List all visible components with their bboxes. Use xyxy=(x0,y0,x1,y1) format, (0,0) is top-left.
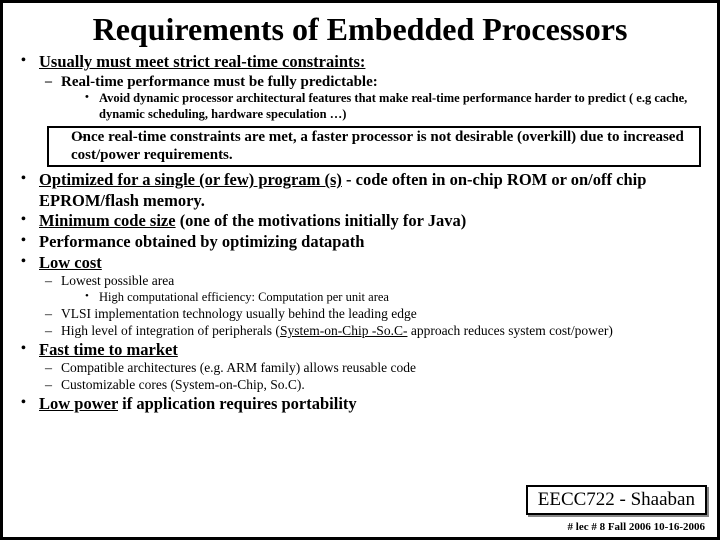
highlight-box: Once real-time constraints are met, a fa… xyxy=(47,126,701,168)
footer-meta: # lec # 8 Fall 2006 10-16-2006 xyxy=(568,521,705,533)
bullet-ttm: Fast time to market xyxy=(19,340,701,361)
text: High level of integration of peripherals… xyxy=(61,323,280,338)
text: (one of the motivations initially for Ja… xyxy=(176,211,467,230)
content-list-2: Optimized for a single (or few) program … xyxy=(19,170,701,414)
bullet-codesize: Minimum code size (one of the motivation… xyxy=(19,211,701,232)
text: Low cost xyxy=(39,253,102,272)
text: Minimum code size xyxy=(39,211,176,230)
bullet-lowpower: Low power if application requires portab… xyxy=(19,394,701,415)
bullet-lowcost: Low cost xyxy=(19,253,701,274)
text: Fast time to market xyxy=(39,340,178,359)
bullet-soc: High level of integration of peripherals… xyxy=(19,323,701,340)
bullet-datapath: Performance obtained by optimizing datap… xyxy=(19,232,701,253)
bullet-vlsi: VLSI implementation technology usually b… xyxy=(19,306,701,323)
bullet-optimized: Optimized for a single (or few) program … xyxy=(19,170,701,211)
slide-title: Requirements of Embedded Processors xyxy=(19,11,701,48)
text: Low power xyxy=(39,394,118,413)
bullet-efficiency: High computational efficiency: Computati… xyxy=(19,290,701,306)
text: if application requires portability xyxy=(118,394,357,413)
text: System-on-Chip -So.C- xyxy=(280,323,408,338)
bullet-custom: Customizable cores (System-on-Chip, So.C… xyxy=(19,377,701,394)
bullet-overkill: Once real-time constraints are met, a fa… xyxy=(53,128,695,166)
bullet-avoid-dynamic: Avoid dynamic processor architectural fe… xyxy=(19,91,701,122)
bullet-realtime: Usually must meet strict real-time const… xyxy=(19,52,701,73)
text: Usually must meet strict real-time const… xyxy=(39,52,365,71)
text: approach reduces system cost/power) xyxy=(407,323,612,338)
slide-frame: Requirements of Embedded Processors Usua… xyxy=(0,0,720,540)
bullet-predictable: Real-time performance must be fully pred… xyxy=(19,73,701,92)
text: Optimized for a single (or few) program … xyxy=(39,170,342,189)
content-list: Usually must meet strict real-time const… xyxy=(19,52,701,123)
bullet-compat: Compatible architectures (e.g. ARM famil… xyxy=(19,360,701,377)
course-badge: EECC722 - Shaaban xyxy=(526,485,707,515)
bullet-area: Lowest possible area xyxy=(19,273,701,290)
